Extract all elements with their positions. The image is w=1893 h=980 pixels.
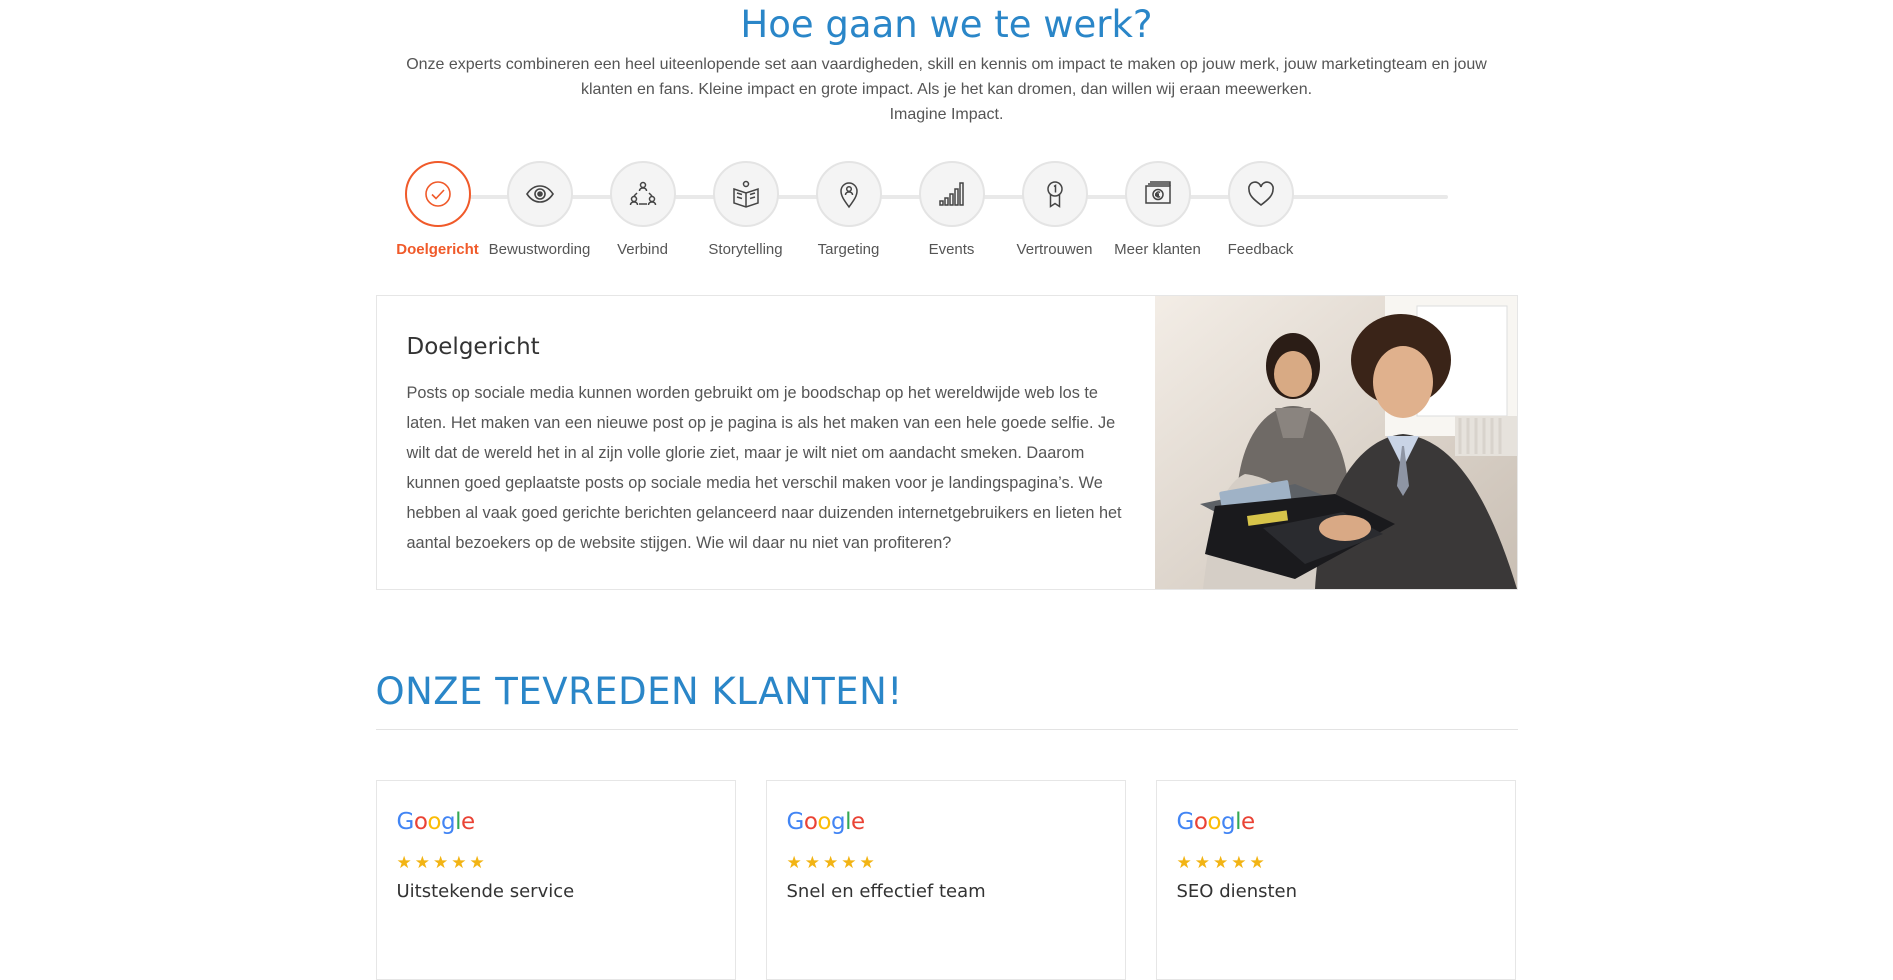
people-connect-icon <box>629 181 656 206</box>
review-card: Google ★★★★★ Snel en effectief team <box>765 780 1126 980</box>
eye-icon <box>525 185 554 203</box>
step-circle <box>609 161 676 227</box>
review-title: Uitstekende service <box>396 881 575 902</box>
step-circle <box>918 161 985 227</box>
step-circle <box>1021 161 1088 227</box>
step-circle <box>1227 161 1294 227</box>
step-circle <box>404 161 471 227</box>
step-detail-card: Doelgericht Posts op sociale media kunne… <box>375 295 1518 590</box>
review-title: Snel en effectief team <box>786 881 986 902</box>
step-feedback[interactable]: Feedback <box>1199 161 1323 258</box>
google-logo: Google <box>396 809 476 835</box>
office-photo <box>1154 296 1517 589</box>
process-steps: Doelgericht Bewustwording Verbind Storyt… <box>376 161 1518 289</box>
award-ribbon-icon <box>1046 181 1063 208</box>
map-pin-person-icon <box>839 182 858 209</box>
heart-icon <box>1247 181 1274 207</box>
step-circle <box>506 161 573 227</box>
star-rating: ★★★★★ <box>1176 853 1268 872</box>
intro-text: Onze experts combineren een heel uiteenl… <box>376 52 1518 127</box>
page-content: Hoe gaan we te werk? Onze experts combin… <box>375 0 1518 980</box>
signal-bars-icon <box>938 182 964 206</box>
google-logo: Google <box>1176 809 1256 835</box>
step-label: Feedback <box>1227 241 1294 258</box>
card-body: Posts op sociale media kunnen worden geb… <box>406 384 1122 552</box>
star-rating: ★★★★★ <box>786 853 878 872</box>
step-circle <box>1124 161 1191 227</box>
google-logo: Google <box>786 809 866 835</box>
review-title: SEO diensten <box>1176 881 1298 902</box>
section-title: Hoe gaan we te werk? <box>740 3 1153 46</box>
intro-line-2: klanten en fans. Kleine impact en grote … <box>580 81 1313 98</box>
step-circle <box>815 161 882 227</box>
intro-line-3: Imagine Impact. <box>889 106 1004 123</box>
card-title: Doelgericht <box>406 334 540 360</box>
card-text: Doelgericht Posts op sociale media kunne… <box>377 296 1155 589</box>
book-reader-icon <box>732 180 759 208</box>
reviews-title: ONZE TEVREDEN KLANTEN! <box>375 670 903 713</box>
euro-cash-icon <box>1144 181 1171 204</box>
star-rating: ★★★★★ <box>396 853 488 872</box>
review-card: Google ★★★★★ SEO diensten <box>1155 780 1516 980</box>
step-circle <box>712 161 779 227</box>
review-card: Google ★★★★★ Uitstekende service <box>375 780 736 980</box>
reviews-list: Google ★★★★★ Uitstekende service Google … <box>375 780 1518 980</box>
card-photo <box>1154 296 1517 589</box>
divider <box>375 729 1518 730</box>
check-circle-icon <box>424 181 451 207</box>
intro-line-1: Onze experts combineren een heel uiteenl… <box>406 56 1487 73</box>
intro-section: Hoe gaan we te werk? Onze experts combin… <box>376 0 1518 127</box>
